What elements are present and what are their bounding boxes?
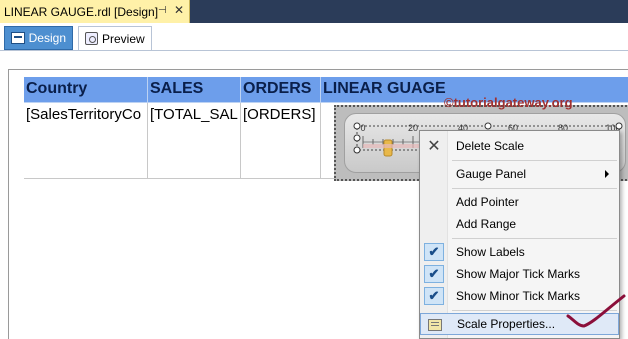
close-icon: ✕ (427, 138, 441, 155)
tab-preview[interactable]: Preview (78, 26, 152, 50)
menu-item-label: Add Pointer (456, 195, 519, 209)
close-icon[interactable]: ✕ (174, 3, 184, 17)
tab-preview-label: Preview (102, 31, 145, 46)
watermark-text: ©tutorialgateway.org (444, 95, 573, 110)
menu-item-add-pointer[interactable]: Add Pointer (420, 191, 619, 213)
view-tab-strip: Design Preview (0, 23, 628, 51)
check-icon: ✔ (424, 265, 444, 283)
selection-handle (484, 122, 492, 130)
selection-handle (353, 122, 361, 130)
annotation-check-mark (566, 294, 626, 328)
scale-label: 20 (408, 123, 418, 133)
menu-item-gauge-panel[interactable]: Gauge Panel (420, 163, 619, 185)
header-sales[interactable]: SALES (148, 77, 241, 103)
cell-country[interactable]: [SalesTerritoryCo (24, 103, 148, 179)
menu-separator (452, 160, 617, 161)
menu-item-show-major-tick-marks[interactable]: ✔ Show Major Tick Marks (420, 263, 619, 285)
menu-item-label: Gauge Panel (456, 167, 527, 181)
preview-icon (85, 32, 98, 45)
header-orders[interactable]: ORDERS (241, 77, 321, 103)
document-tab-title: LINEAR GAUGE.rdl [Design] (4, 4, 159, 19)
menu-item-label: Add Range (456, 217, 517, 231)
menu-item-label: Scale Properties... (457, 317, 556, 331)
menu-item-label: Show Major Tick Marks (456, 267, 581, 281)
pin-icon[interactable]: ⊣ (158, 5, 167, 16)
menu-separator (452, 238, 617, 239)
menu-item-label: Delete Scale (456, 139, 525, 153)
scale-label: 0 (360, 123, 365, 133)
menu-separator (452, 188, 617, 189)
check-icon: ✔ (424, 243, 444, 261)
menu-item-delete-scale[interactable]: ✕ Delete Scale (420, 135, 619, 157)
menu-item-add-range[interactable]: Add Range (420, 213, 619, 235)
tab-design[interactable]: Design (4, 26, 73, 50)
cell-orders[interactable]: [ORDERS] (241, 103, 321, 179)
menu-item-show-labels[interactable]: ✔ Show Labels (420, 241, 619, 263)
tab-design-label: Design (28, 31, 66, 45)
design-icon (11, 32, 25, 44)
selection-handle (353, 146, 361, 154)
header-country[interactable]: Country (24, 77, 148, 103)
menu-item-label: Show Labels (456, 245, 525, 259)
menu-item-label: Show Minor Tick Marks (456, 289, 581, 303)
cell-sales[interactable]: [TOTAL_SAL (148, 103, 241, 179)
document-tab-strip: LINEAR GAUGE.rdl [Design] ⊣ ✕ (0, 0, 628, 23)
check-icon: ✔ (424, 287, 444, 305)
submenu-arrow-icon (605, 170, 609, 178)
selection-handle (615, 122, 623, 130)
document-tab[interactable]: LINEAR GAUGE.rdl [Design] ⊣ ✕ (0, 0, 190, 23)
selection-handle (353, 134, 361, 142)
properties-icon (425, 316, 445, 334)
